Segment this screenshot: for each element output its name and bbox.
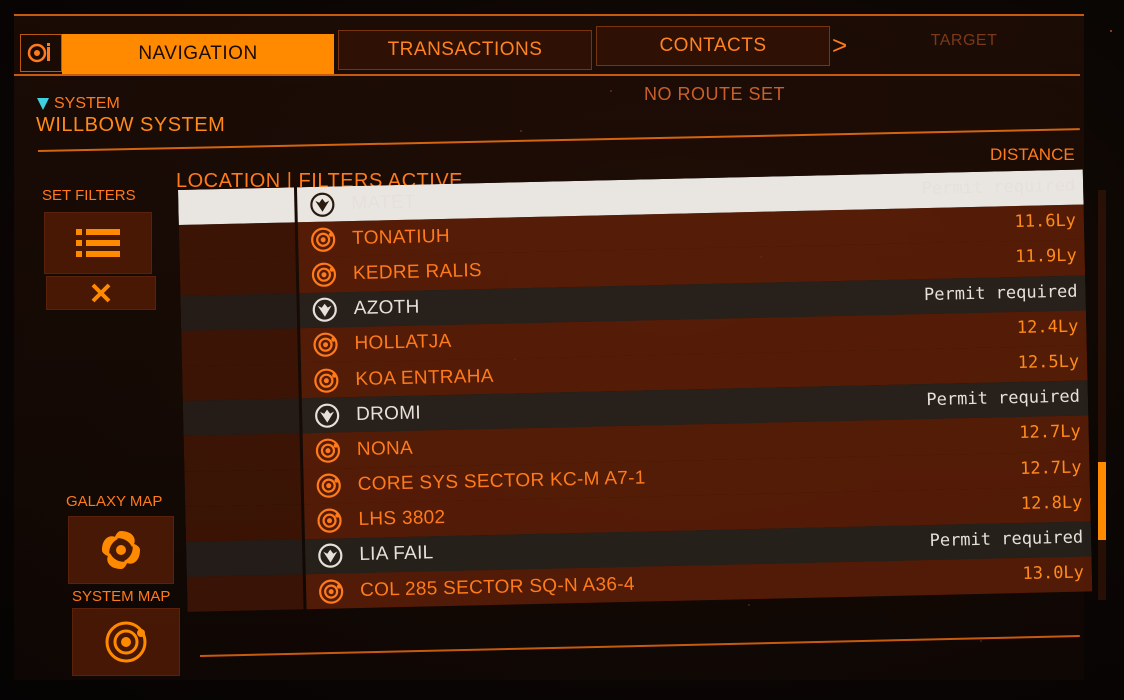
system-label-text: SYSTEM — [54, 95, 120, 112]
system-name-cell: CORE SYS SECTOR KC-M A7-1 — [357, 467, 646, 496]
route-status: NO ROUTE SET — [644, 84, 786, 104]
panel-logo-icon — [20, 34, 62, 72]
tab-navigation[interactable]: NAVIGATION — [62, 34, 334, 74]
tab-bar: NAVIGATION TRANSACTIONS CONTACTS > TARGE… — [14, 26, 1080, 76]
row-lead-cell — [185, 539, 303, 577]
star-system-icon — [311, 261, 338, 288]
list-scrollbar-thumb[interactable] — [1098, 462, 1106, 540]
row-lead-cell — [185, 503, 302, 542]
distance-value: 11.6Ly — [1014, 210, 1077, 233]
permit-required-label: Permit required — [926, 386, 1081, 411]
tab-contacts[interactable]: CONTACTS — [596, 26, 830, 66]
galaxy-icon — [102, 531, 140, 569]
star-system-icon — [318, 578, 345, 605]
distance-value: 11.9Ly — [1015, 246, 1077, 268]
row-lead-cell — [181, 363, 299, 402]
system-name-cell: DROMI — [355, 402, 422, 425]
distance-value: 12.7Ly — [1019, 421, 1081, 444]
row-lead-cell — [182, 398, 300, 437]
row-lead-cell — [181, 328, 298, 366]
permit-system-icon — [311, 297, 338, 324]
row-lead-cell — [180, 292, 298, 331]
permit-system-icon — [309, 191, 336, 218]
permit-required-label: Permit required — [921, 175, 1076, 200]
set-filters-label: SET FILTERS — [42, 187, 136, 204]
row-lead-cell — [186, 574, 304, 613]
system-name-cell: KEDRE RALIS — [352, 260, 483, 285]
system-name-cell: LIA FAIL — [359, 542, 434, 566]
system-name-cell: MATET — [351, 191, 417, 214]
permit-system-icon — [317, 543, 344, 570]
system-label: SYSTEM — [36, 95, 120, 113]
star-system-icon — [315, 437, 342, 464]
permit-required-label: Permit required — [923, 281, 1078, 305]
system-name-cell: HOLLATJA — [354, 331, 452, 355]
star-system-icon — [315, 472, 342, 499]
star-system-icon — [310, 226, 337, 253]
star-system-icon — [316, 508, 343, 535]
system-name-cell: AZOTH — [353, 296, 420, 320]
system-name-cell: KOA ENTRAHA — [355, 365, 494, 390]
star-system-icon — [313, 367, 340, 394]
row-lead-cell — [178, 222, 296, 261]
distance-value: 12.5Ly — [1017, 351, 1080, 373]
system-name-cell: NONA — [356, 437, 414, 460]
tab-bar-underline — [14, 74, 1080, 76]
star-system-icon — [312, 332, 339, 359]
set-filters-button[interactable] — [44, 212, 152, 274]
tab-target[interactable]: TARGET — [874, 22, 1054, 60]
clear-filters-button[interactable] — [46, 276, 156, 310]
system-name-cell: LHS 3802 — [358, 507, 446, 531]
row-lead-cell — [183, 433, 301, 472]
system-list[interactable]: MATET Permit required TONATIUH 11.6Ly KEDRE … — [178, 169, 1093, 644]
system-name: WILLBOW SYSTEM — [36, 114, 226, 136]
list-icon — [76, 229, 120, 257]
galaxy-map-label: GALAXY MAP — [66, 493, 163, 510]
row-lead-cell — [179, 257, 297, 296]
row-lead-cell — [184, 468, 302, 507]
system-map-button[interactable] — [72, 608, 180, 676]
permit-system-icon — [314, 402, 341, 429]
distance-column-header[interactable]: DISTANCE — [990, 145, 1075, 165]
tab-next-arrow-icon[interactable]: > — [832, 30, 847, 61]
system-marker-icon — [37, 98, 49, 110]
permit-required-label: Permit required — [929, 527, 1084, 551]
row-lead-cell — [178, 187, 295, 226]
distance-value: 12.4Ly — [1016, 316, 1079, 338]
system-map-label: SYSTEM MAP — [72, 588, 171, 605]
distance-value: 12.7Ly — [1019, 457, 1082, 479]
system-name-cell: TONATIUH — [351, 225, 451, 249]
system-map-icon — [105, 621, 147, 663]
galaxy-map-button[interactable] — [68, 516, 174, 584]
distance-value: 13.0Ly — [1022, 562, 1085, 584]
distance-value: 12.8Ly — [1020, 492, 1083, 514]
system-name-cell: COL 285 SECTOR SQ-N A36-4 — [359, 573, 635, 601]
tab-transactions[interactable]: TRANSACTIONS — [338, 30, 592, 70]
close-icon — [91, 283, 111, 303]
